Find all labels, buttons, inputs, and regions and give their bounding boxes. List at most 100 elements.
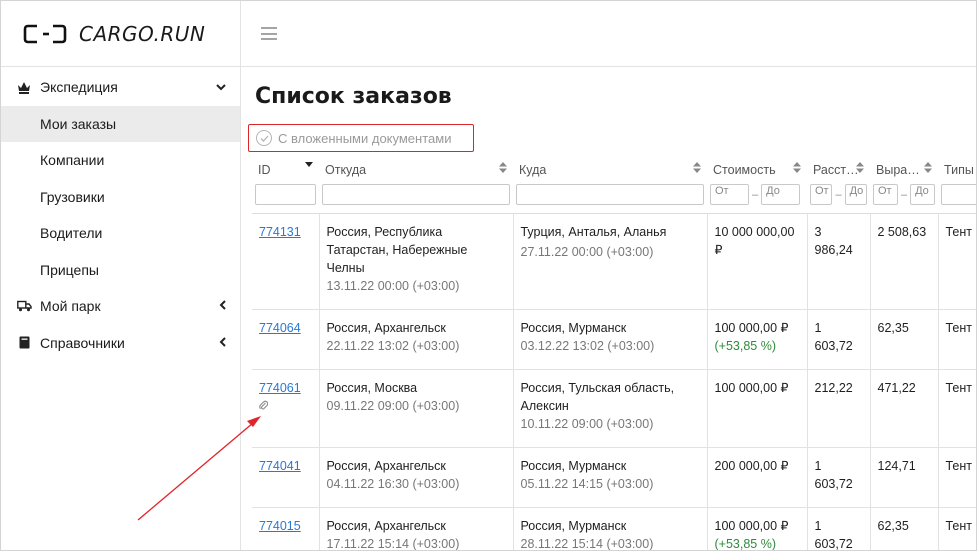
from-cell: Россия, Архангельск 17.11.22 15:14 (+03:0…: [318, 507, 513, 550]
cost-range-filter: От – До: [710, 184, 804, 205]
column-header-from[interactable]: Откуда: [319, 157, 513, 179]
id-cell: 774061: [252, 369, 319, 448]
order-id-link[interactable]: 774064: [259, 321, 301, 335]
column-header-revenue[interactable]: Выра…: [870, 157, 938, 179]
column-header-to[interactable]: Куда: [513, 157, 707, 179]
revenue-range-filter: От – До: [873, 184, 935, 205]
filter-cell: От – До: [870, 179, 938, 214]
sort-icon[interactable]: [499, 162, 507, 173]
paperclip-icon[interactable]: [259, 399, 312, 417]
order-id-link[interactable]: 774041: [259, 459, 301, 473]
type-cell: Тент: [937, 309, 976, 370]
crown-icon: [16, 79, 32, 95]
sidebar-item-trailers[interactable]: Прицепы: [1, 252, 240, 289]
column-header-cost[interactable]: Стоимость: [707, 157, 807, 179]
cost-value: 100 000,00 ₽: [714, 381, 789, 395]
types-filter-input[interactable]: [941, 184, 976, 205]
to-date: 28.11.22 15:14 (+03:00): [520, 537, 654, 551]
column-header-label: Типы: [944, 163, 974, 177]
to-cell: Россия, Мурманск 28.11.22 15:14 (+03:00): [512, 507, 707, 551]
type-value: Тент: [945, 225, 973, 239]
cost-to-input[interactable]: До: [761, 184, 801, 205]
distance-from-input[interactable]: От: [810, 184, 833, 205]
column-header-distance[interactable]: Расст…: [807, 157, 870, 179]
type-cell: Тент: [937, 213, 976, 310]
cost-value: 100 000,00 ₽: [714, 519, 789, 533]
from-location: Россия, Архангельск: [326, 459, 446, 473]
logo-mark-icon: [23, 24, 67, 43]
range-dash: –: [752, 188, 759, 201]
sidebar-item-label: Водители: [40, 225, 103, 242]
range-dash: –: [835, 188, 842, 201]
sidebar-item-drivers[interactable]: Водители: [1, 215, 240, 252]
revenue-value: 62,35: [877, 321, 909, 335]
cost-cell: 100 000,00 ₽ (+53,85 %): [706, 507, 807, 550]
revenue-cell: 2 508,63: [869, 213, 938, 310]
distance-value: 1 603,72: [814, 459, 853, 491]
sidebar-item-trucks[interactable]: Грузовики: [1, 179, 240, 216]
from-date: 13.11.22 00:00 (+03:00): [326, 279, 460, 293]
column-header-types[interactable]: Типы: [938, 157, 976, 179]
table-row: 774061 Россия, Москва 09.11.22 09:00 (+03…: [252, 369, 976, 448]
type-value: Тент: [945, 321, 973, 335]
revenue-from-input[interactable]: От: [873, 184, 898, 205]
distance-cell: 3 986,24: [806, 213, 870, 310]
sort-icon[interactable]: [924, 162, 932, 173]
sidebar: CARGO.RUN Экспедиция Мои заказы Компании…: [1, 1, 241, 550]
id-filter-input[interactable]: [255, 184, 316, 205]
order-id-link[interactable]: 774061: [259, 381, 301, 395]
sidebar-item-expedition[interactable]: Экспедиция: [1, 69, 240, 106]
cost-cell: 100 000,00 ₽: [706, 369, 807, 448]
distance-value: 3 986,24: [814, 225, 853, 257]
from-date: 22.11.22 13:02 (+03:00): [326, 339, 460, 353]
order-id-link[interactable]: 774015: [259, 519, 301, 533]
column-header-label: ID: [258, 163, 271, 177]
table-row: 774015 Россия, Архангельск 17.11.22 15:14…: [252, 507, 976, 551]
app-window: CARGO.RUN Экспедиция Мои заказы Компании…: [0, 0, 977, 551]
sidebar-item-label: Экспедиция: [40, 79, 118, 96]
id-cell: 774041: [252, 447, 319, 508]
sort-icon[interactable]: [693, 162, 701, 173]
distance-cell: 1 603,72: [806, 447, 870, 508]
from-cell: Россия, Москва 09.11.22 09:00 (+03:00): [318, 369, 513, 448]
to-date: 05.11.22 14:15 (+03:00): [520, 477, 654, 491]
to-date: 10.11.22 09:00 (+03:00): [520, 417, 654, 431]
logo[interactable]: CARGO.RUN: [1, 1, 240, 67]
topbar: [241, 1, 976, 67]
sidebar-item-label: Мои заказы: [40, 115, 117, 132]
cost-value: 200 000,00 ₽: [714, 459, 789, 473]
filter-chip-label: С вложенными документами: [278, 130, 452, 146]
check-circle-icon: [256, 130, 272, 146]
type-value: Тент: [945, 381, 973, 395]
chevron-left-icon: [219, 336, 226, 350]
distance-cell: 212,22: [806, 369, 870, 448]
to-location: Россия, Мурманск: [520, 321, 627, 335]
cost-from-input[interactable]: От: [710, 184, 749, 205]
distance-cell: 1 603,72: [806, 309, 870, 370]
sort-icon[interactable]: [793, 162, 801, 173]
column-header-label: Стоимость: [713, 163, 776, 177]
with-documents-filter[interactable]: С вложенными документами: [248, 124, 474, 152]
revenue-cell: 62,35: [869, 507, 938, 550]
menu-icon[interactable]: [261, 27, 277, 40]
book-icon: [16, 335, 32, 351]
revenue-to-input[interactable]: До: [910, 184, 935, 205]
distance-value: 1 603,72: [814, 321, 853, 353]
table-row: 774131 Россия, Республика Татарстан, Наб…: [252, 213, 976, 310]
from-location: Россия, Архангельск: [326, 321, 446, 335]
from-cell: Россия, Республика Татарстан, Набережные…: [318, 213, 513, 310]
to-filter-input[interactable]: [516, 184, 704, 205]
sidebar-item-companies[interactable]: Компании: [1, 142, 240, 179]
from-filter-input[interactable]: [322, 184, 510, 205]
sort-icon[interactable]: [856, 162, 864, 173]
order-id-link[interactable]: 774131: [259, 225, 301, 239]
sidebar-item-directories[interactable]: Справочники: [1, 325, 240, 362]
sidebar-item-my-park[interactable]: Мой парк: [1, 288, 240, 325]
distance-to-input[interactable]: До: [844, 184, 867, 205]
table-header-row: ID Откуда Куда Стоимость Расст… Выра… Ти…: [252, 157, 976, 179]
range-dash: –: [900, 188, 908, 201]
sidebar-item-my-orders[interactable]: Мои заказы: [1, 105, 240, 142]
distance-range-filter: От – До: [810, 184, 867, 205]
column-header-id[interactable]: ID: [252, 157, 319, 179]
sort-desc-icon[interactable]: [305, 162, 313, 168]
